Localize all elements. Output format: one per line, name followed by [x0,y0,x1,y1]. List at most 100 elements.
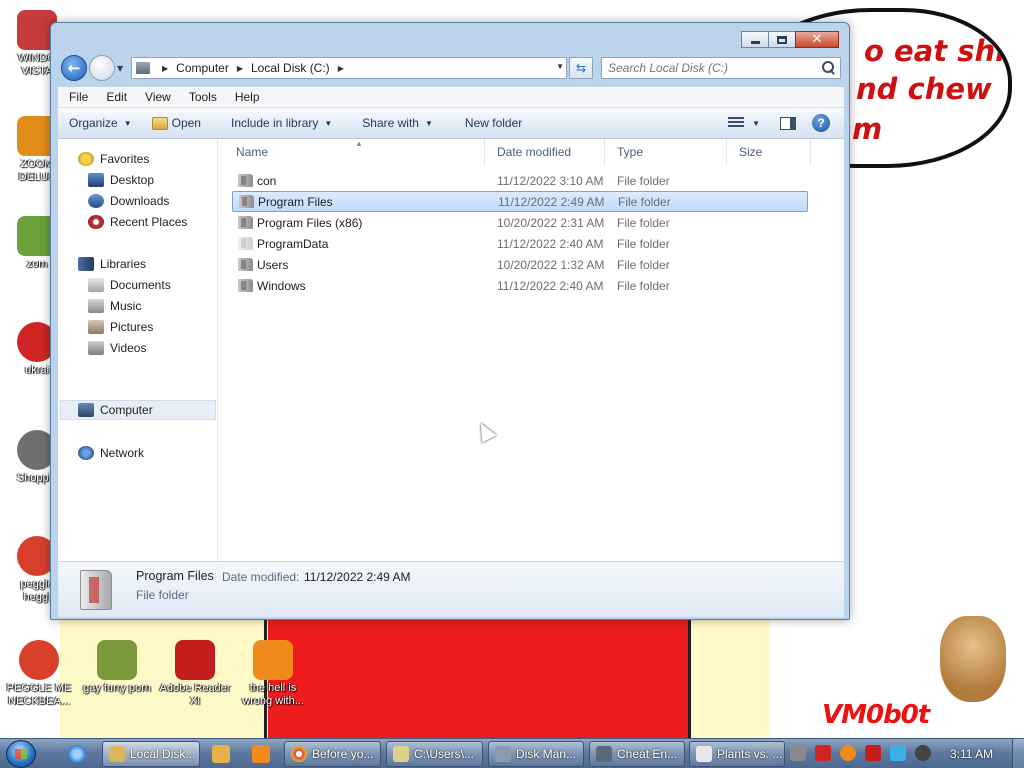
include-in-library-button[interactable]: Include in library ▼ [211,108,342,138]
taskbar-button-explorer[interactable]: Local Disk... [102,741,200,767]
search-box[interactable] [601,57,841,79]
taskbar-button-cheat-engine[interactable]: Cheat En... [589,741,685,767]
notepad-icon [393,746,409,762]
nav-videos[interactable]: Videos [88,338,146,358]
tray-flag-icon[interactable] [865,745,881,761]
peggle-icon [19,640,59,680]
column-header-size[interactable]: Size [727,139,811,165]
preview-pane-icon[interactable] [780,116,796,130]
nav-favorites[interactable]: Favorites [78,149,149,169]
search-icon[interactable] [820,60,836,76]
internet-explorer-icon[interactable] [68,745,86,763]
folder-icon [238,216,253,229]
file-name: Windows [257,279,306,293]
show-desktop-button[interactable] [1012,739,1024,768]
nav-computer[interactable]: Computer [60,400,216,420]
caption-buttons: ✕ [741,31,839,48]
nav-recent-places[interactable]: Recent Places [88,212,187,232]
file-type: File folder [618,195,671,209]
details-name: Program Files [136,569,214,583]
search-input[interactable] [602,58,820,78]
nav-downloads[interactable]: Downloads [88,191,169,211]
file-row[interactable]: Users 10/20/2022 1:32 AM File folder [232,255,808,276]
taskbar-button-disk-management[interactable]: Disk Man... [488,741,584,767]
tray-app-icon[interactable] [790,745,806,761]
file-date: 11/12/2022 3:10 AM [497,174,604,188]
close-button[interactable]: ✕ [795,31,839,48]
uc-browser-icon[interactable] [252,745,270,763]
maximize-button[interactable] [768,31,796,48]
tray-network-icon[interactable] [890,745,906,761]
hamster-image [940,616,1006,702]
column-header-type[interactable]: Type [605,139,727,165]
breadcrumb-local-disk[interactable]: Local Disk (C:) [251,61,330,75]
address-bar[interactable]: ▶ Computer ▶ Local Disk (C:) ▶ ▼ [131,57,567,79]
menu-tools[interactable]: Tools [178,90,224,104]
menu-view[interactable]: View [134,90,178,104]
column-header-label: Date modified [497,145,572,159]
nav-pictures[interactable]: Pictures [88,317,153,337]
explorer-window: ✕ ← ▼ ▶ Computer ▶ Local Disk (C:) ▶ ▼ ⇆… [50,22,850,620]
breadcrumb-separator-icon[interactable]: ▶ [338,64,344,73]
share-with-button[interactable]: Share with ▼ [342,108,443,138]
file-row[interactable]: Program Files (x86) 10/20/2022 2:31 AM F… [232,213,808,234]
column-header-name[interactable]: Name ▲ [219,139,485,165]
nav-desktop[interactable]: Desktop [88,170,154,190]
change-view-icon[interactable] [728,117,745,129]
command-bar: Organize ▼ Open Include in library ▼ Share… [58,108,844,139]
recent-places-icon [88,215,104,229]
nav-documents[interactable]: Documents [88,275,171,295]
desktop-icon[interactable]: Adobe Reader XI [158,640,232,708]
clock[interactable]: 3:11 AM [950,747,993,761]
breadcrumb-separator-icon[interactable]: ▶ [162,64,168,73]
menu-help[interactable]: Help [224,90,267,104]
refresh-button[interactable]: ⇆ [569,57,593,79]
nav-label: Network [100,446,145,460]
menu-edit[interactable]: Edit [95,90,134,104]
box-hamster-icon [97,640,137,680]
recent-pages-chevron-icon[interactable]: ▼ [117,64,123,73]
open-button[interactable]: Open [142,108,211,138]
taskbar-button-chrome[interactable]: Before yo... [284,741,381,767]
taskbar-button-plants-vs-zombies[interactable]: Plants vs. ... [689,741,785,767]
file-row-selected[interactable]: Program Files 11/12/2022 2:49 AM File fo… [232,191,808,212]
column-header-date[interactable]: Date modified [485,139,605,165]
organize-button[interactable]: Organize ▼ [58,108,142,138]
desktop-icon[interactable]: PEGGLE ME NECKBEA... [2,640,76,708]
breadcrumb-computer[interactable]: Computer [176,61,229,75]
details-pane: Program Files Date modified: 11/12/2022 … [58,561,844,617]
media-player-icon[interactable] [212,745,230,763]
help-icon[interactable]: ? [812,114,830,132]
tray-search-icon[interactable] [840,745,856,761]
nav-network[interactable]: Network [78,443,144,463]
file-row[interactable]: con 11/12/2022 3:10 AM File folder [232,171,808,192]
start-button[interactable] [6,740,36,768]
breadcrumb-separator-icon[interactable]: ▶ [237,64,243,73]
downloads-icon [88,194,104,208]
column-header-label: Type [617,145,644,159]
documents-icon [88,278,104,292]
tray-antivirus-icon[interactable] [815,745,831,761]
nav-label: Libraries [100,257,147,271]
taskbar-button-notepad[interactable]: C:\Users\... [386,741,483,767]
file-row[interactable]: ProgramData 11/12/2022 2:40 AM File fold… [232,234,808,255]
new-folder-button[interactable]: New folder [443,108,532,138]
nav-music[interactable]: Music [88,296,141,316]
menu-file[interactable]: File [58,90,95,104]
desktop-icon[interactable]: the hell is wrong with... [236,640,310,708]
back-button[interactable]: ← [61,55,87,81]
include-in-library-label: Include in library [230,116,319,130]
view-options-chevron-icon[interactable]: ▼ [752,119,760,128]
file-row[interactable]: Windows 11/12/2022 2:40 AM File folder [232,276,808,297]
minimize-button[interactable] [741,31,769,48]
folder-icon [238,258,253,271]
desktop-icon[interactable]: gay furry porn [80,640,154,695]
nav-libraries[interactable]: Libraries [78,254,146,274]
nav-label: Favorites [100,152,150,166]
file-name: ProgramData [257,237,329,251]
nav-label: Pictures [110,320,154,334]
address-dropdown-icon[interactable]: ▼ [556,62,564,71]
adobe-reader-icon [175,640,215,680]
tray-volume-icon[interactable] [915,745,931,761]
forward-button[interactable] [89,55,115,81]
